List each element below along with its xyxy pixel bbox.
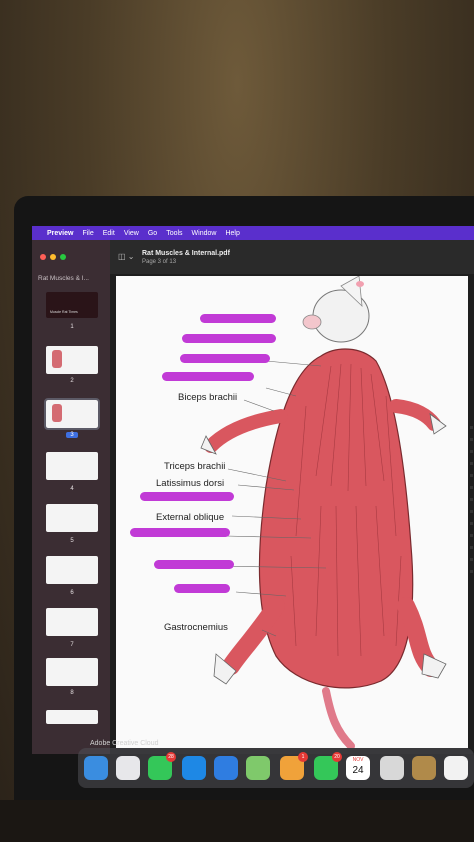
calendar-day: 24	[352, 765, 364, 776]
page-thumbnail-9[interactable]	[46, 710, 98, 724]
page-thumbnail-7[interactable]	[46, 608, 98, 636]
page-thumbnail-2[interactable]	[46, 346, 98, 374]
page-thumbnail-6[interactable]	[46, 556, 98, 584]
page-thumbnail-3[interactable]	[44, 398, 100, 430]
menu-window[interactable]: Window	[192, 230, 217, 237]
page-thumbnail-8[interactable]	[46, 658, 98, 686]
menu-bar: Preview File Edit View Go Tools Window H…	[32, 226, 474, 240]
label-triceps-brachii: Triceps brachii	[164, 461, 226, 472]
menu-view[interactable]: View	[124, 230, 139, 237]
minimize-window-button[interactable]	[50, 254, 56, 260]
sidebar-toggle-button[interactable]: ◫ ⌄	[118, 252, 134, 261]
page-number-2: 2	[70, 378, 74, 384]
page-scroll-indicator[interactable]	[470, 426, 473, 576]
highlight-mark	[180, 354, 270, 363]
page-thumbnail-4[interactable]	[46, 452, 98, 480]
label-gastrocnemius: Gastrocnemius	[164, 622, 228, 633]
highlight-mark	[154, 560, 234, 569]
highlight-mark	[130, 528, 230, 537]
page-thumbnail-1[interactable]: Muscle Rat Times	[46, 292, 98, 318]
menu-file[interactable]: File	[82, 230, 93, 237]
menu-go[interactable]: Go	[148, 230, 157, 237]
safari-icon[interactable]	[182, 756, 206, 780]
highlight-mark	[162, 372, 254, 381]
calendar-icon[interactable]: NOV 24	[346, 756, 370, 780]
highlight-mark	[140, 492, 234, 501]
highlight-mark	[200, 314, 276, 323]
finder-icon[interactable]	[84, 756, 108, 780]
page-thumbnail-5[interactable]	[46, 504, 98, 532]
page-number-4: 4	[70, 486, 74, 492]
zoom-window-button[interactable]	[60, 254, 66, 260]
calendar-month: NOV	[352, 757, 364, 763]
maps-icon[interactable]	[246, 756, 270, 780]
mail-icon[interactable]	[214, 756, 238, 780]
pdf-page: Biceps brachii Triceps brachii Latissimu…	[116, 275, 468, 750]
screenshot-icon[interactable]	[380, 756, 404, 780]
reminders-icon[interactable]	[444, 756, 468, 780]
messages-badge: 28	[166, 752, 176, 762]
contacts-icon[interactable]	[412, 756, 436, 780]
page-number-7: 7	[70, 642, 74, 648]
window-controls	[40, 254, 66, 260]
toolbar: ◫ ⌄ Rat Muscles & Internal.pdf Page 3 of…	[110, 240, 474, 274]
document-page-indicator: Page 3 of 13	[142, 259, 177, 265]
page-number-8: 8	[70, 690, 74, 696]
highlight-mark	[182, 334, 276, 343]
menu-edit[interactable]: Edit	[103, 230, 115, 237]
close-window-button[interactable]	[40, 254, 46, 260]
dock-tooltip: Adobe Creative Cloud	[90, 740, 159, 747]
page-number-6: 6	[70, 590, 74, 596]
menu-help[interactable]: Help	[225, 230, 239, 237]
menu-tools[interactable]: Tools	[166, 230, 182, 237]
label-external-oblique: External oblique	[156, 512, 225, 523]
menu-app-name[interactable]: Preview	[47, 230, 73, 237]
screen: Preview File Edit View Go Tools Window H…	[32, 226, 474, 754]
photos-badge: 1	[298, 752, 308, 762]
facetime-badge: 20	[332, 752, 342, 762]
laptop-base	[0, 800, 474, 842]
label-latissimus-dorsi: Latissimus dorsi	[156, 478, 225, 489]
page-number-3: 3	[66, 432, 78, 438]
highlight-mark	[174, 584, 230, 593]
page-number-5: 5	[70, 538, 74, 544]
launchpad-icon[interactable]	[116, 756, 140, 780]
page-number-1: 1	[70, 324, 74, 330]
document-title: Rat Muscles & Internal.pdf	[142, 250, 230, 257]
label-biceps-brachii: Biceps brachii	[178, 392, 238, 403]
thumbnail-caption: Muscle Rat Times	[50, 310, 78, 314]
thumbnail-sidebar: Rat Muscles & I... Muscle Rat Times 1 2 …	[32, 240, 110, 754]
sidebar-doc-title: Rat Muscles & I...	[38, 275, 89, 282]
